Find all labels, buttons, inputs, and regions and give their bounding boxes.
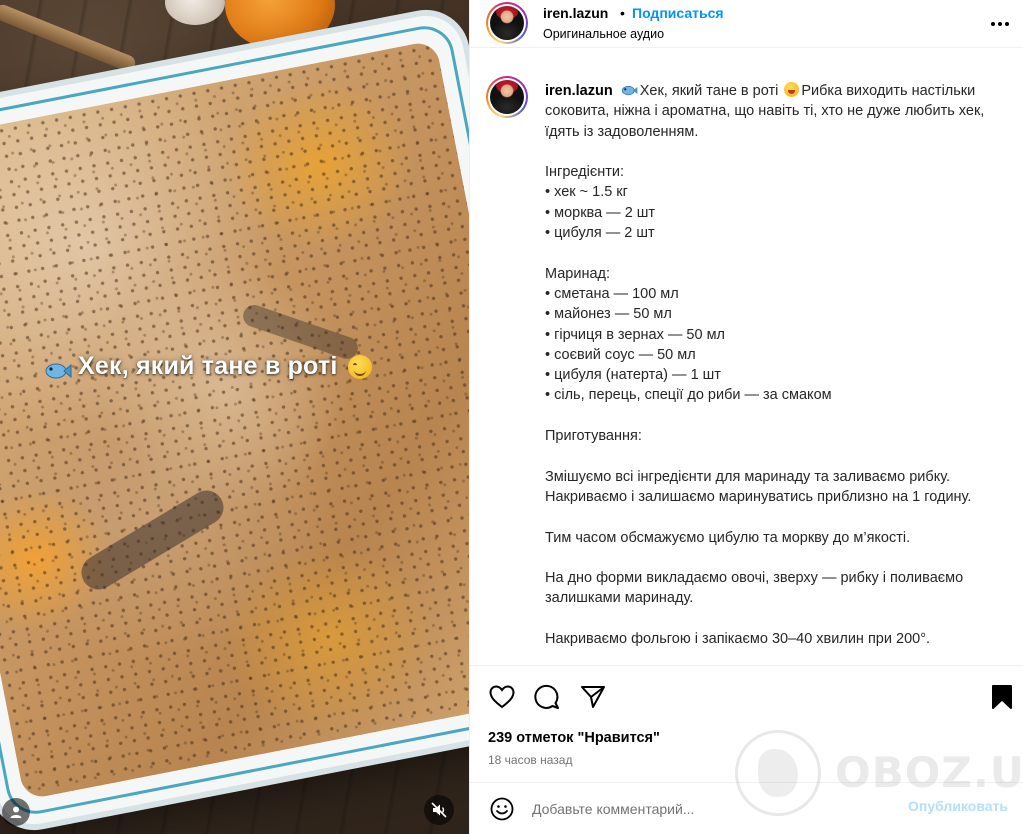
marinade-line: • соєвий соус — 50 мл [545, 346, 696, 363]
ingredients-title: Інгредієнти: [545, 164, 624, 181]
caption-author-avatar[interactable] [486, 76, 528, 118]
original-audio-link[interactable]: Оригинальное аудио [543, 27, 664, 41]
speaker-muted-icon [431, 802, 447, 818]
smiling-face-icon [347, 354, 372, 379]
comment-input[interactable] [532, 797, 892, 821]
share-button[interactable] [579, 683, 607, 711]
post-header: iren.lazun • Подписаться Оригинальное ау… [470, 0, 1023, 48]
heart-icon [489, 685, 515, 709]
baking-dish [0, 9, 469, 831]
fish-emoji-icon [44, 358, 72, 378]
add-comment-bar: Опубликовать [470, 782, 1023, 834]
post-actions: 239 отметок "Нравится" 18 часов назад Оп… [470, 665, 1023, 834]
paper-plane-icon [581, 686, 605, 708]
cooking-title: Приготування: [545, 428, 642, 445]
publish-comment-button[interactable]: Опубликовать [908, 798, 1008, 814]
post-timestamp[interactable]: 18 часов назад [488, 753, 572, 767]
overlay-caption-text: Хек, який тане в роті [78, 352, 338, 380]
person-icon [10, 806, 22, 818]
marinade-title: Маринад: [545, 265, 611, 282]
comment-bubble-icon [534, 684, 559, 709]
comment-button[interactable] [533, 683, 561, 711]
cooking-step: Змішуємо всі інгредієнти для маринаду та… [545, 468, 972, 505]
mustard-seeds [0, 39, 469, 801]
baked-hake [0, 39, 469, 801]
likes-count[interactable]: 239 отметок "Нравится" [488, 730, 660, 746]
marinade-line: • гірчиця в зернах — 50 мл [545, 326, 726, 343]
like-button[interactable] [488, 683, 516, 711]
marinade-line: • сіль, перець, спеції до риби — за смак… [545, 387, 832, 404]
fish-emoji-icon [621, 82, 638, 96]
ingredient-line: • цибуля — 2 шт [545, 225, 655, 242]
header-separator: • [620, 5, 625, 21]
tagged-users-button[interactable] [2, 798, 30, 826]
video-overlay-caption: Хек, який тане в роті [44, 352, 372, 381]
caption-username[interactable]: iren.lazun [545, 83, 613, 99]
caption-scroll-area[interactable]: iren.lazun Хек, який тане в роті Рибка в… [470, 62, 1023, 665]
marinade-line: • майонез — 50 мл [545, 306, 672, 323]
ingredient-line: • хек ~ 1.5 кг [545, 184, 628, 201]
caption-intro: Хек, який тане в роті [639, 83, 779, 99]
reel-video[interactable]: Хек, який тане в роті [0, 0, 469, 834]
save-button[interactable] [988, 683, 1016, 711]
follow-button[interactable]: Подписаться [632, 5, 724, 21]
ingredient-line: • морква — 2 шт [545, 204, 656, 221]
mute-button[interactable] [424, 795, 454, 825]
cooking-step: Тим часом обсмажуємо цибулю та моркву до… [545, 529, 911, 546]
marinade-line: • цибуля (натерта) — 1 шт [545, 367, 721, 384]
author-avatar[interactable] [486, 2, 528, 44]
more-options-icon[interactable] [988, 12, 1012, 36]
bookmark-filled-icon [992, 685, 1012, 709]
smiley-icon [490, 797, 514, 821]
marinade-line: • сметана — 100 мл [545, 285, 679, 302]
author-username[interactable]: iren.lazun [543, 5, 608, 21]
cooking-step: Накриваємо фольгою і запікаємо 30–40 хви… [545, 631, 931, 648]
post-sidebar: iren.lazun • Подписаться Оригинальное ау… [469, 0, 1023, 834]
emoji-picker-button[interactable] [488, 795, 516, 823]
tongue-face-icon [784, 82, 800, 97]
post-caption: iren.lazun Хек, який тане в роті Рибка в… [545, 81, 1015, 649]
cooking-step: На дно форми викладаємо овочі, зверху — … [545, 570, 964, 607]
